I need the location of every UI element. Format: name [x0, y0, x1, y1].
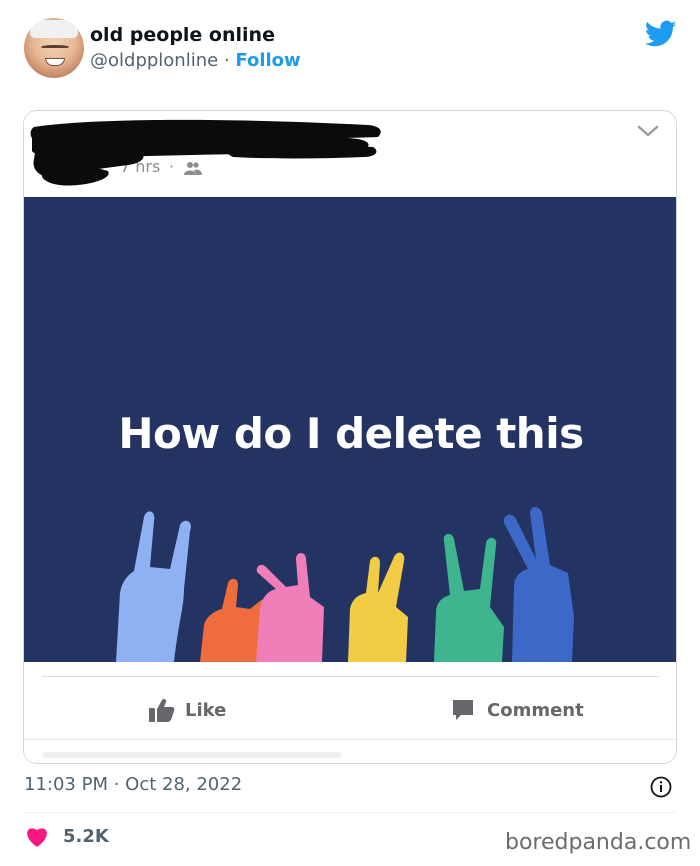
author-handle[interactable]: @oldpplonline — [90, 50, 218, 71]
embedded-post[interactable]: 7 hrs · How do I delete this Like Commen… — [23, 110, 677, 764]
embedded-post-header: 7 hrs · — [24, 111, 676, 197]
post-text: How do I delete this — [118, 409, 584, 458]
tweet-card: old people online @oldpplonline · Follow… — [0, 0, 700, 866]
thumbs-up-icon — [149, 698, 175, 722]
post-image: How do I delete this — [24, 197, 676, 662]
embedded-post-actions: Like Comment — [24, 662, 676, 763]
handle-separator: · — [223, 50, 230, 71]
comment-icon — [453, 700, 473, 720]
comment-button[interactable]: Comment — [451, 696, 584, 724]
divider — [42, 676, 660, 677]
author-name[interactable]: old people online — [90, 24, 275, 46]
comment-label: Comment — [487, 699, 584, 721]
info-icon[interactable] — [650, 776, 672, 798]
likes-count[interactable]: 5.2K — [63, 826, 109, 847]
author-handle-row: @oldpplonline · Follow — [90, 50, 301, 71]
watermark: boredpanda.com — [505, 830, 692, 855]
redacted-author-scribble — [30, 119, 381, 186]
hands-illustration — [116, 507, 574, 662]
divider — [24, 812, 676, 813]
divider — [24, 739, 676, 740]
avatar[interactable] — [24, 18, 84, 78]
like-label: Like — [185, 699, 227, 721]
twitter-bird-icon[interactable] — [645, 20, 677, 48]
heart-icon[interactable] — [25, 826, 49, 848]
follow-button[interactable]: Follow — [235, 50, 300, 71]
faint-row — [42, 752, 342, 758]
chevron-down-icon[interactable] — [636, 123, 660, 139]
tweet-timestamp[interactable]: 11:03 PM · Oct 28, 2022 — [24, 774, 242, 795]
like-button[interactable]: Like — [149, 696, 226, 724]
